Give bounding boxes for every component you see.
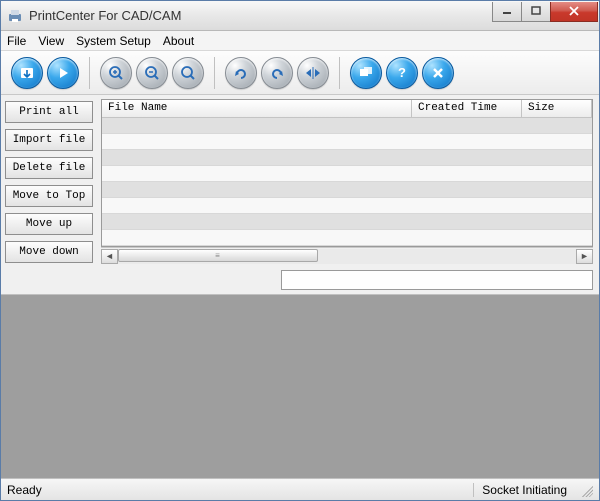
zoom-out-button[interactable] (136, 57, 168, 89)
window-controls (493, 2, 598, 22)
help-button[interactable]: ? (386, 57, 418, 89)
close-tool-button[interactable] (422, 57, 454, 89)
zoom-fit-button[interactable] (172, 57, 204, 89)
flip-horizontal-button[interactable] (297, 57, 329, 89)
toolbar-separator (214, 57, 215, 89)
open-file-button[interactable] (11, 57, 43, 89)
table-row[interactable] (102, 230, 592, 246)
horizontal-scrollbar[interactable]: ◄ ≡ ► (101, 247, 593, 264)
print-all-button[interactable]: Print all (5, 101, 93, 123)
toolbar-separator (339, 57, 340, 89)
menu-file[interactable]: File (7, 34, 26, 48)
scroll-track[interactable]: ≡ (118, 249, 576, 264)
column-file-name[interactable]: File Name (102, 100, 412, 117)
table-body[interactable] (102, 118, 592, 246)
table-row[interactable] (102, 118, 592, 134)
move-up-button[interactable]: Move up (5, 213, 93, 235)
resize-grip-icon[interactable] (579, 483, 593, 497)
toolbar-separator (89, 57, 90, 89)
menu-system-setup[interactable]: System Setup (76, 34, 151, 48)
table-row[interactable] (102, 198, 592, 214)
sidebar: Print all Import file Delete file Move t… (1, 95, 97, 294)
move-to-top-button[interactable]: Move to Top (5, 185, 93, 207)
play-button[interactable] (47, 57, 79, 89)
import-file-button[interactable]: Import file (5, 129, 93, 151)
file-table: File Name Created Time Size (101, 99, 593, 247)
toolbar: ? (1, 51, 599, 95)
status-left: Ready (7, 483, 347, 497)
scroll-right-arrow[interactable]: ► (576, 249, 593, 264)
column-created-time[interactable]: Created Time (412, 100, 522, 117)
statusbar: Ready Socket Initiating (1, 478, 599, 500)
table-row[interactable] (102, 214, 592, 230)
path-input[interactable] (281, 270, 593, 290)
app-icon (7, 8, 23, 24)
minimize-button[interactable] (492, 2, 522, 22)
table-header: File Name Created Time Size (102, 100, 592, 118)
menu-about[interactable]: About (163, 34, 194, 48)
scroll-thumb[interactable]: ≡ (118, 249, 318, 262)
titlebar: PrintCenter For CAD/CAM (1, 1, 599, 31)
zoom-in-button[interactable] (100, 57, 132, 89)
table-row[interactable] (102, 150, 592, 166)
menu-view[interactable]: View (38, 34, 64, 48)
close-button[interactable] (550, 2, 598, 22)
move-down-button[interactable]: Move down (5, 241, 93, 263)
svg-text:?: ? (398, 65, 406, 80)
maximize-button[interactable] (521, 2, 551, 22)
preview-area (1, 295, 599, 478)
window-title: PrintCenter For CAD/CAM (29, 8, 493, 23)
menubar: File View System Setup About (1, 31, 599, 51)
undo-button[interactable] (261, 57, 293, 89)
redo-button[interactable] (225, 57, 257, 89)
column-size[interactable]: Size (522, 100, 592, 117)
table-row[interactable] (102, 166, 592, 182)
scroll-left-arrow[interactable]: ◄ (101, 249, 118, 264)
windows-button[interactable] (350, 57, 382, 89)
table-row[interactable] (102, 182, 592, 198)
delete-file-button[interactable]: Delete file (5, 157, 93, 179)
table-row[interactable] (102, 134, 592, 150)
main-panel: File Name Created Time Size ◄ ≡ ► (97, 95, 599, 294)
client-area: Print all Import file Delete file Move t… (1, 95, 599, 295)
status-right: Socket Initiating (473, 483, 575, 497)
